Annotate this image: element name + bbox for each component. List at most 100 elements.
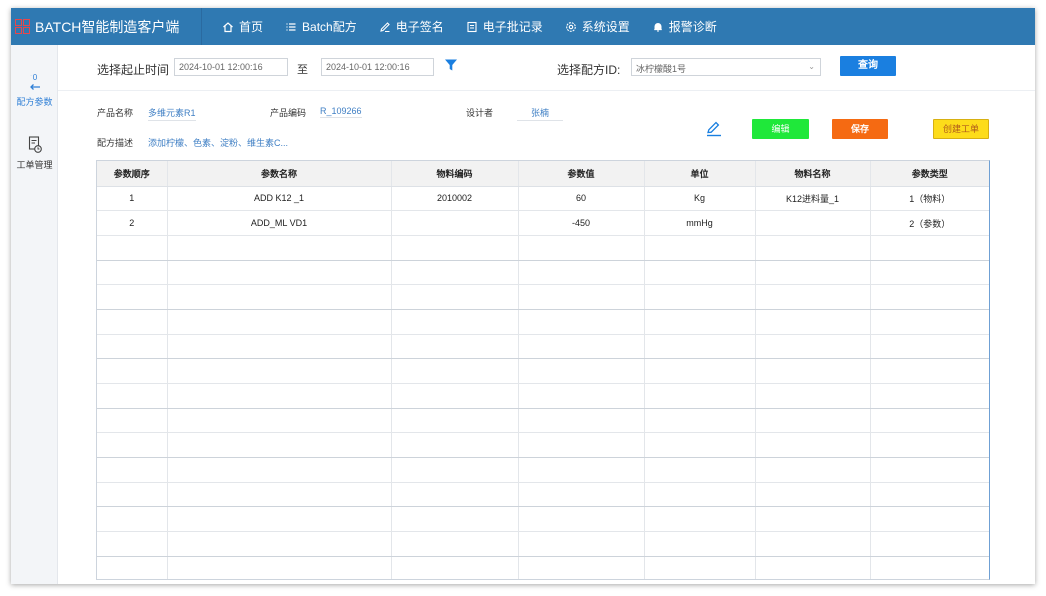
end-time-input[interactable] [321, 58, 434, 76]
gear-icon [565, 21, 577, 33]
table-cell [167, 334, 392, 360]
table-cell [167, 531, 392, 557]
table-row[interactable]: 1 ADD K12 _1 2010002 60 Kg K12进料量_1 1（物料… [97, 186, 989, 212]
table-cell [391, 531, 519, 557]
main-nav: 首页 Batch配方 电子签名 电子批记录 系统设置 报警诊断 [222, 8, 739, 45]
table-row-empty[interactable] [97, 408, 989, 434]
sidebar-item-label: 配方参数 [16, 97, 53, 107]
table-cell [518, 235, 645, 261]
column-header[interactable]: 物料编码 [391, 161, 519, 187]
table-row[interactable]: 2 ADD_ML VD1 -450 mmHg 2（参数） [97, 210, 989, 236]
work-order-icon [11, 135, 58, 155]
table-cell [755, 506, 871, 533]
brand-divider [201, 8, 202, 45]
table-cell [391, 260, 519, 286]
table-cell: 1（物料） [870, 186, 989, 212]
nav-label: 电子批记录 [482, 20, 543, 34]
start-time-input[interactable] [174, 58, 288, 76]
nav-item-e-signature[interactable]: 电子签名 [379, 18, 444, 35]
table-row-empty[interactable] [97, 284, 989, 310]
table-cell [870, 482, 989, 508]
column-header[interactable]: 物料名称 [755, 161, 871, 187]
create-work-order-button[interactable]: 创建工单 [933, 119, 989, 139]
table-cell [391, 334, 519, 360]
sidebar-item-recipe-params[interactable]: 0. 配方参数 [11, 72, 58, 108]
table-cell [518, 334, 645, 360]
column-header[interactable]: 参数顺序 [97, 161, 168, 187]
table-row-empty[interactable] [97, 457, 989, 483]
table-row-empty[interactable] [97, 556, 989, 579]
table-cell [870, 506, 989, 533]
table-cell [518, 457, 645, 483]
save-button[interactable]: 保存 [832, 119, 888, 139]
table-cell [644, 235, 756, 261]
table-cell [518, 284, 645, 310]
table-row-empty[interactable] [97, 482, 989, 508]
query-button[interactable]: 查询 [840, 56, 896, 76]
table-cell [97, 260, 168, 286]
table-row-empty[interactable] [97, 531, 989, 557]
table-cell [644, 531, 756, 557]
time-range-label: 选择起止时间 [97, 63, 170, 77]
table-row-empty[interactable] [97, 235, 989, 261]
table-row-empty[interactable] [97, 309, 989, 335]
table-cell [97, 284, 168, 310]
recipe-id-select[interactable]: 冰柠檬酸1号 ⌄ [631, 58, 821, 76]
table-cell [167, 383, 392, 409]
column-header[interactable]: 单位 [644, 161, 756, 187]
table-cell [167, 432, 392, 459]
filter-row: 选择起止时间 至 选择配方ID: 冰柠檬酸1号 ⌄ 查询 [58, 45, 1035, 91]
table-cell [644, 408, 756, 434]
nav-item-home[interactable]: 首页 [222, 18, 263, 35]
chevron-down-icon: ⌄ [808, 62, 815, 71]
table-row-empty[interactable] [97, 260, 989, 286]
table-cell [644, 358, 756, 384]
table-cell [167, 309, 392, 335]
table-cell [518, 556, 645, 579]
table-cell [391, 482, 519, 508]
table-cell [518, 432, 645, 459]
table-cell [870, 235, 989, 261]
column-header[interactable]: 参数类型 [870, 161, 989, 187]
table-cell [644, 284, 756, 310]
table-cell [97, 432, 168, 459]
table-cell [167, 358, 392, 384]
table-cell [518, 309, 645, 335]
table-cell [518, 506, 645, 533]
edit-pencil-icon[interactable] [705, 120, 723, 138]
table-cell [97, 235, 168, 261]
table-cell [870, 531, 989, 557]
sidebar-item-work-orders[interactable]: 工单管理 [11, 135, 58, 171]
table-cell: ADD K12 _1 [167, 186, 392, 212]
product-name-value: 多维元素R1 [148, 106, 196, 121]
table-cell [97, 506, 168, 533]
column-header[interactable]: 参数值 [518, 161, 645, 187]
table-row-empty[interactable] [97, 334, 989, 360]
table-cell [167, 235, 392, 261]
column-header[interactable]: 参数名称 [167, 161, 392, 187]
table-cell [644, 309, 756, 335]
edit-button[interactable]: 编辑 [752, 119, 809, 139]
table-row-empty[interactable] [97, 358, 989, 384]
nav-item-alarm-diagnosis[interactable]: 报警诊断 [652, 18, 717, 35]
top-bar: BATCH智能制造客户端 首页 Batch配方 电子签名 电子批记录 系统设置 … [11, 8, 1035, 45]
designer-label: 设计者 [466, 108, 494, 118]
table-cell [167, 482, 392, 508]
table-cell: 2（参数） [870, 210, 989, 236]
table-cell [870, 334, 989, 360]
table-row-empty[interactable] [97, 506, 989, 533]
table-cell [167, 260, 392, 286]
filter-icon[interactable] [444, 58, 458, 72]
table-cell [97, 334, 168, 360]
table-cell [870, 408, 989, 434]
table-cell [644, 260, 756, 286]
table-cell [644, 506, 756, 533]
nav-item-system-settings[interactable]: 系统设置 [565, 18, 630, 35]
nav-item-e-batch-record[interactable]: 电子批记录 [466, 18, 543, 35]
nav-item-batch-recipe[interactable]: Batch配方 [285, 18, 357, 35]
sidebar-item-label: 工单管理 [16, 160, 53, 170]
table-cell [644, 482, 756, 508]
table-cell [167, 506, 392, 533]
table-row-empty[interactable] [97, 383, 989, 409]
table-row-empty[interactable] [97, 432, 989, 459]
